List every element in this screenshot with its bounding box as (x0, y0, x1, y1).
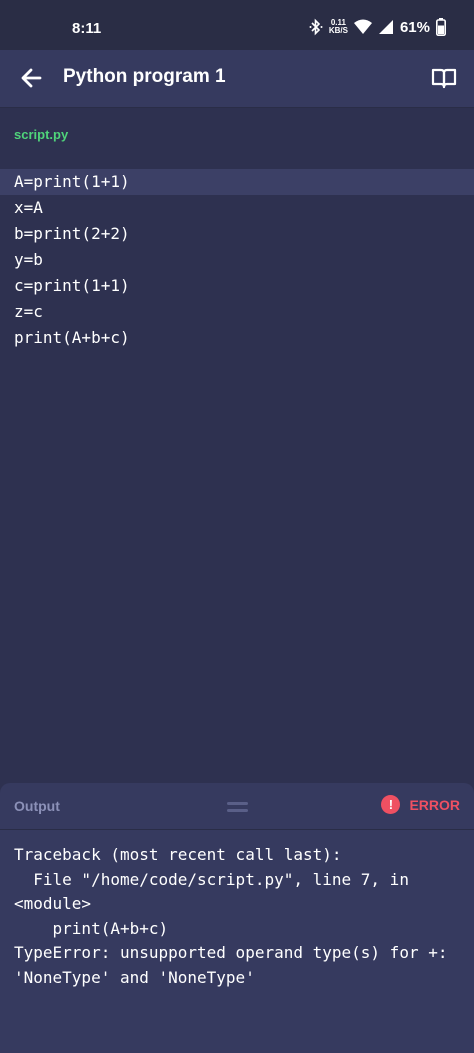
code-line-2[interactable]: x=A (0, 195, 474, 221)
output-text: Traceback (most recent call last): File … (14, 845, 448, 987)
cell-signal-icon (378, 20, 393, 34)
bluetooth-icon (309, 18, 323, 36)
error-icon: ! (381, 795, 401, 814)
file-tab-script[interactable]: script.py (14, 127, 68, 142)
status-bar: 8:11 0.11 KB/S 61% (0, 0, 474, 50)
output-label: Output (14, 798, 60, 814)
status-icons: 0.11 KB/S 61% (309, 16, 446, 38)
code-line-1[interactable]: A=print(1+1) (0, 169, 474, 195)
output-panel: Output ! ERROR Traceback (most recent ca… (0, 783, 474, 1053)
network-speed-unit: KB/S (328, 26, 348, 35)
docs-button[interactable] (430, 64, 458, 92)
code-line-7[interactable]: print(A+b+c) (0, 325, 474, 351)
error-status-badge: ! ERROR (381, 795, 460, 814)
battery-percentage: 61% (399, 18, 430, 36)
output-header: Output ! ERROR (0, 783, 474, 830)
arrow-left-icon (21, 68, 42, 88)
book-open-icon (431, 68, 457, 89)
code-editor[interactable]: A=print(1+1) x=A b=print(2+2) y=b c=prin… (0, 160, 474, 780)
battery-icon (436, 18, 446, 36)
code-line-5[interactable]: c=print(1+1) (0, 273, 474, 299)
network-speed: 0.11 KB/S (329, 19, 348, 35)
status-time: 8:11 (72, 20, 102, 37)
error-status-text: ERROR (409, 796, 460, 813)
wifi-icon (353, 19, 372, 34)
page-title: Python program 1 (63, 66, 226, 87)
code-line-3[interactable]: b=print(2+2) (0, 221, 474, 247)
code-line-4[interactable]: y=b (0, 247, 474, 273)
app-bar: Python program 1 (0, 50, 474, 108)
code-line-6[interactable]: z=c (0, 299, 474, 325)
drag-handle[interactable] (227, 802, 248, 814)
back-button[interactable] (18, 64, 46, 92)
